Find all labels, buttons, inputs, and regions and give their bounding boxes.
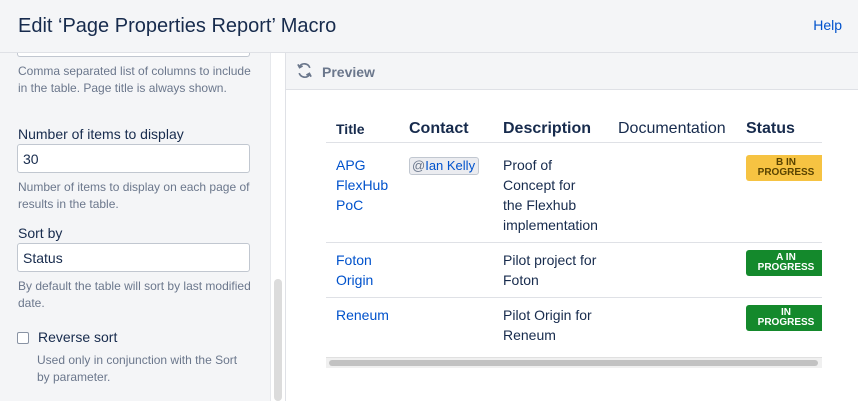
reverse-sort-checkbox[interactable] — [17, 332, 29, 344]
preview-label: Preview — [322, 64, 375, 80]
row3-description: Pilot Origin for Reneum — [503, 305, 592, 345]
row3-title[interactable]: Reneum — [336, 305, 389, 325]
row1-description: Proof of Concept for the Flexhub impleme… — [503, 155, 598, 235]
items-input[interactable] — [17, 144, 250, 173]
row-divider — [326, 242, 822, 243]
at-icon: @ — [412, 158, 426, 173]
reverse-sort-help-text: Used only in conjunction with the Sort b… — [37, 353, 238, 384]
refresh-icon[interactable] — [296, 62, 313, 79]
row3-status-line: PROGRESS — [757, 317, 815, 328]
col-header-contact: Contact — [409, 120, 469, 137]
row3-description-line: Reneum — [503, 327, 556, 343]
columns-input[interactable] — [17, 53, 250, 57]
items-label: Number of items to display — [18, 126, 184, 142]
row3-title-line[interactable]: Reneum — [336, 305, 389, 325]
sort-input[interactable] — [17, 243, 250, 272]
col-header-description: Description — [503, 120, 592, 137]
row1-status-line: PROGRESS — [757, 167, 815, 178]
row2-description-line: Pilot project for — [503, 252, 597, 268]
panel-scrollbar-thumb[interactable] — [274, 279, 282, 401]
row2-status-lozenge: A IN PROGRESS — [746, 250, 822, 276]
sort-help-text: By default the table will sort by last m… — [18, 279, 251, 310]
macro-parameters-panel[interactable]: Comma separated list of columns to inclu… — [0, 53, 270, 401]
row1-title-line[interactable]: PoC — [336, 195, 388, 215]
row1-title[interactable]: APG FlexHub PoC — [336, 155, 388, 215]
row1-contact-mention[interactable]: @Ian Kelly — [409, 157, 480, 175]
row-divider — [326, 297, 822, 298]
items-help-text: Number of items to display on each page … — [18, 180, 250, 211]
dialog-title: Edit ‘Page Properties Report’ Macro — [18, 15, 337, 37]
row2-description: Pilot project for Foton — [503, 250, 596, 290]
table-horizontal-scrollbar[interactable] — [326, 357, 822, 368]
row3-description-line: Pilot Origin for — [503, 307, 592, 323]
row2-title[interactable]: Foton Origin — [336, 250, 373, 290]
row1-description-line: Concept for — [503, 177, 576, 193]
col-header-documentation: Documentation — [618, 120, 726, 137]
row1-description-line: the Flexhub — [503, 197, 577, 213]
row3-status-lozenge: IN PROGRESS — [746, 305, 822, 331]
header-divider — [326, 142, 822, 143]
help-link[interactable]: Help — [813, 17, 842, 33]
row2-title-line[interactable]: Foton — [336, 250, 373, 270]
report-table: Title Contact Description Documentation … — [326, 105, 822, 367]
row1-description-line: implementation — [503, 217, 598, 233]
row1-description-line: Proof of — [503, 157, 553, 173]
col-header-title: Title — [336, 121, 365, 137]
row1-status-lozenge: B IN PROGRESS — [746, 155, 822, 181]
table-scrollbar-thumb[interactable] — [329, 360, 818, 366]
row2-status-line: PROGRESS — [757, 262, 815, 273]
row1-title-line[interactable]: FlexHub — [336, 175, 388, 195]
dialog-header: Edit ‘Page Properties Report’ Macro Help — [0, 0, 858, 53]
preview-toolbar: Preview — [286, 53, 858, 90]
sort-label: Sort by — [18, 225, 63, 241]
panel-scrollbar[interactable] — [270, 53, 286, 401]
row1-title-line[interactable]: APG — [336, 155, 388, 175]
reverse-sort-label[interactable]: Reverse sort — [38, 329, 117, 345]
row1-contact-name[interactable]: Ian Kelly — [425, 158, 475, 173]
preview-panel: Preview Title Contact Description Docume… — [286, 53, 858, 401]
row2-title-line[interactable]: Origin — [336, 270, 373, 290]
col-header-status: Status — [746, 120, 795, 137]
columns-help-text: Comma separated list of columns to inclu… — [18, 64, 251, 95]
row2-description-line: Foton — [503, 272, 539, 288]
